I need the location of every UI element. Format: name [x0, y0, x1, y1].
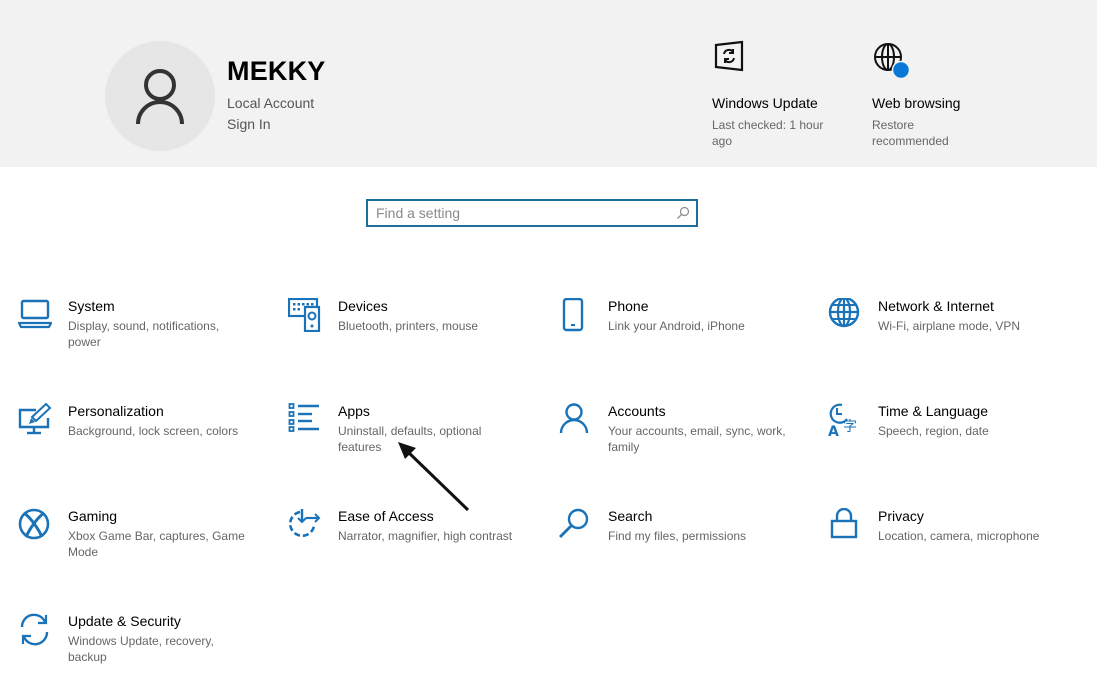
- setting-title: Phone: [608, 298, 649, 314]
- setting-title: Personalization: [68, 403, 164, 419]
- setting-title: Time & Language: [878, 403, 988, 419]
- setting-desc: Wi-Fi, airplane mode, VPN: [878, 319, 1021, 333]
- account-header: MEKKY Local Account Sign In Windows Upda…: [0, 0, 1097, 167]
- setting-ease-of-access[interactable]: Ease of Access Narrator, magnifier, high…: [288, 508, 528, 588]
- setting-gaming[interactable]: Gaming Xbox Game Bar, captures, Game Mod…: [18, 508, 258, 588]
- svg-text:A: A: [828, 424, 839, 437]
- person-icon: [559, 403, 589, 434]
- setting-privacy[interactable]: Privacy Location, camera, microphone: [828, 508, 1068, 588]
- setting-update-security[interactable]: Update & Security Windows Update, recove…: [18, 613, 258, 693]
- setting-system[interactable]: System Display, sound, notifications, po…: [18, 298, 258, 378]
- phone-icon: [562, 298, 584, 332]
- search-input[interactable]: [376, 204, 666, 222]
- setting-network[interactable]: Network & Internet Wi-Fi, airplane mode,…: [828, 298, 1068, 378]
- setting-title: Accounts: [608, 403, 666, 419]
- user-name: MEKKY: [227, 56, 326, 86]
- windows-update-title: Windows Update: [712, 95, 818, 111]
- lock-icon: [830, 508, 858, 539]
- setting-time-language[interactable]: A 字 Time & Language Speech, region, date: [828, 403, 1068, 483]
- ease-of-access-icon: [288, 509, 321, 538]
- setting-devices[interactable]: Devices Bluetooth, printers, mouse: [288, 298, 528, 378]
- setting-desc: Location, camera, microphone: [878, 529, 1040, 543]
- setting-title: Privacy: [878, 508, 924, 524]
- setting-desc: Windows Update, recovery, backup: [68, 634, 214, 664]
- time-language-icon: A 字: [828, 403, 857, 437]
- web-browsing-title: Web browsing: [872, 95, 961, 111]
- avatar[interactable]: [105, 41, 215, 151]
- magnifier-icon: [559, 508, 589, 538]
- sign-in-link[interactable]: Sign In: [227, 116, 271, 132]
- search-box[interactable]: [366, 199, 698, 227]
- setting-desc: Find my files, permissions: [608, 529, 747, 543]
- globe-icon: [828, 298, 860, 328]
- windows-update-icon: [714, 40, 744, 72]
- user-icon: [136, 69, 184, 125]
- sync-icon: [20, 613, 49, 646]
- setting-desc: Display, sound, notifications, power: [68, 319, 220, 349]
- windows-update-desc: Last checked: 1 hour ago: [712, 118, 824, 148]
- setting-phone[interactable]: Phone Link your Android, iPhone: [558, 298, 798, 378]
- paintbrush-monitor-icon: [18, 403, 52, 435]
- setting-desc: Background, lock screen, colors: [68, 424, 239, 438]
- setting-desc: Speech, region, date: [878, 424, 989, 438]
- setting-title: Network & Internet: [878, 298, 994, 314]
- setting-desc: Xbox Game Bar, captures, Game Mode: [68, 529, 245, 559]
- setting-accounts[interactable]: Accounts Your accounts, email, sync, wor…: [558, 403, 798, 483]
- setting-desc: Bluetooth, printers, mouse: [338, 319, 479, 333]
- apps-list-icon: [288, 403, 319, 432]
- setting-title: Update & Security: [68, 613, 181, 629]
- setting-desc: Narrator, magnifier, high contrast: [338, 529, 513, 543]
- web-browsing-desc: Restore recommended: [872, 118, 949, 148]
- setting-title: Devices: [338, 298, 388, 314]
- xbox-icon: [18, 508, 50, 540]
- devices-icon: [288, 298, 321, 332]
- setting-title: Gaming: [68, 508, 118, 524]
- setting-title: Search: [608, 508, 653, 524]
- setting-personalization[interactable]: Personalization Background, lock screen,…: [18, 403, 258, 483]
- setting-title: System: [68, 298, 115, 314]
- setting-title: Apps: [338, 403, 370, 419]
- account-type: Local Account: [227, 95, 315, 111]
- svg-text:字: 字: [843, 419, 857, 435]
- annotation-arrow: [398, 442, 470, 512]
- setting-desc: Your accounts, email, sync, work, family: [608, 424, 786, 454]
- laptop-icon: [18, 299, 52, 329]
- setting-desc: Link your Android, iPhone: [608, 319, 745, 333]
- globe-alert-icon: [874, 43, 911, 80]
- search-icon[interactable]: [676, 206, 690, 220]
- setting-search[interactable]: Search Find my files, permissions: [558, 508, 798, 588]
